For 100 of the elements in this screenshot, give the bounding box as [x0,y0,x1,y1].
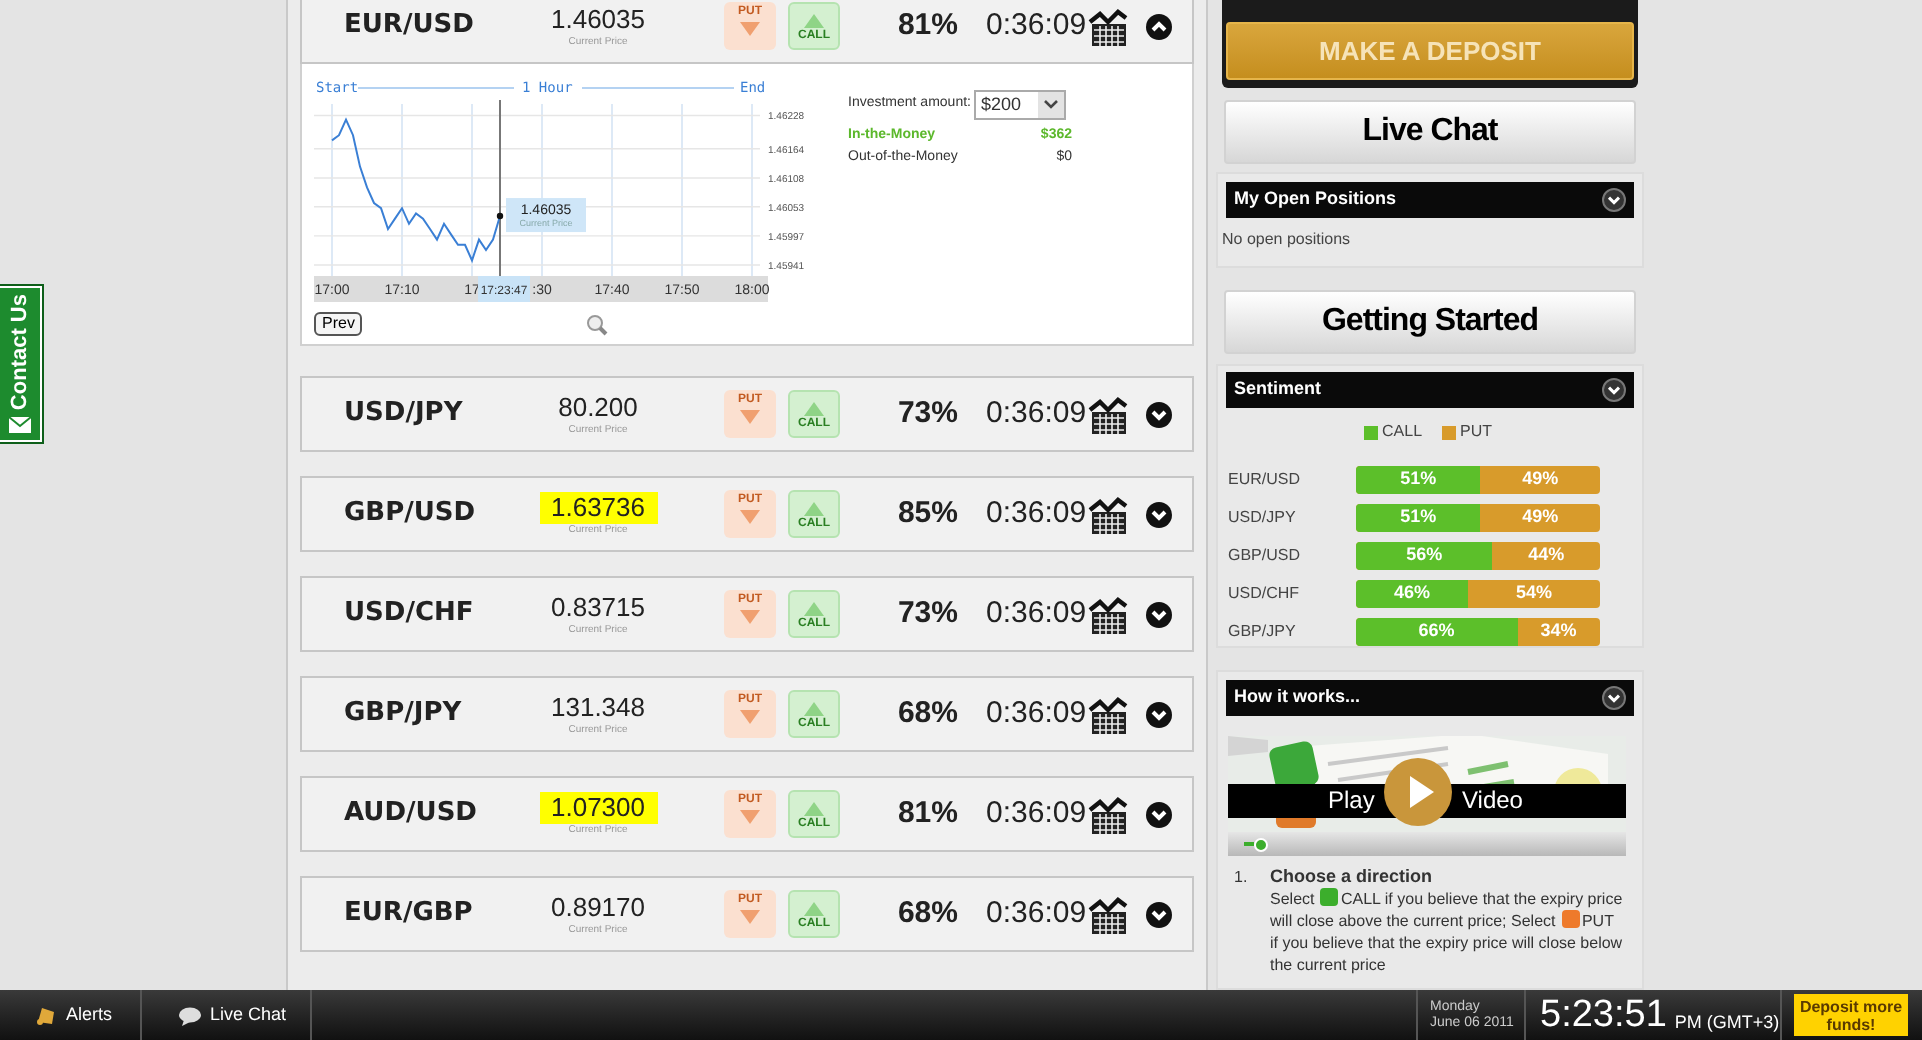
panel-header[interactable]: How it works... [1226,680,1634,716]
panel-title: My Open Positions [1234,186,1397,213]
progress-handle[interactable] [1254,837,1269,851]
dropdown-caret-icon [1044,100,1059,110]
up-triangle-icon [804,14,824,28]
call-percent: 46% [1394,580,1431,607]
taskbar-tab[interactable]: Live Chat [142,990,312,1040]
down-triangle-icon [740,22,760,36]
taskbar-tab[interactable]: Alerts [0,990,142,1040]
call-percent: 56% [1406,542,1443,569]
chart-icon[interactable] [1088,7,1130,45]
envelope-icon [8,416,32,435]
panel-header[interactable]: My Open Positions [1226,182,1634,218]
down-triangle-icon [740,810,760,824]
current-price: 131.348 [549,692,647,724]
legend-label: CALL [1382,420,1423,444]
expiry-time: 0:36:09 [986,393,1086,434]
clock-time: 5:23:51 [1540,996,1667,1036]
chevron-icon[interactable] [1602,686,1626,710]
sentiment-pair: GBP/USD [1226,544,1303,568]
step-title: Choose a direction [1270,866,1435,888]
put-icon [1561,910,1580,928]
contact-us-tab[interactable]: Contact Us [0,286,42,442]
put-percent: 34% [1540,618,1577,645]
put-percent: 49% [1522,504,1559,531]
legend-label: PUT [1460,420,1493,444]
expiry-time: 0:36:09 [986,493,1086,534]
panel-title: Sentiment [1234,376,1322,403]
payout-percent: 68% [895,893,958,934]
play-label: Play [1328,784,1375,818]
payout-percent: 85% [895,493,958,534]
current-price: 0.89170 [549,892,647,924]
up-triangle-icon [804,802,824,816]
up-triangle-icon [804,602,824,616]
up-triangle-icon [804,502,824,516]
current-price: 1.63736 [539,492,657,524]
current-price: 0.83715 [549,592,647,624]
call-percent: 51% [1400,466,1437,493]
expiry-time: 0:36:09 [986,5,1086,46]
expiry-time: 0:36:09 [986,893,1086,934]
getting-started-button[interactable]: Getting Started [1224,290,1636,354]
step-description: Select CALL if you believe that the expiry price will close above the current price; Select PUT if you believe that the expiry price will close below the current price [1270,888,1625,976]
payout-percent: 81% [895,5,958,46]
pair-name: GBP/USD [344,496,478,533]
down-triangle-icon [740,410,760,424]
video-player[interactable]: Play Video [1228,736,1626,856]
pair-name: EUR/GBP [344,896,475,933]
down-triangle-icon [740,910,760,924]
chart-icon[interactable] [1088,895,1130,933]
expiry-time: 0:36:09 [986,693,1086,734]
chevron-icon[interactable] [1602,188,1626,212]
video-label: Video [1462,784,1523,818]
sentiment-pair: GBP/JPY [1226,620,1298,644]
play-icon[interactable] [1382,756,1454,828]
empty-message: No open positions [1222,228,1353,252]
sentiment-pair: USD/CHF [1226,582,1302,606]
payout-percent: 73% [895,393,958,434]
down-triangle-icon [740,610,760,624]
pair-name: GBP/JPY [344,696,464,733]
chart-icon[interactable] [1088,395,1130,433]
chart-icon[interactable] [1088,595,1130,633]
up-triangle-icon [804,402,824,416]
chart-icon[interactable] [1088,495,1130,533]
expiry-time: 0:36:09 [986,593,1086,634]
put-percent: 44% [1528,542,1565,569]
current-price: 80.200 [556,392,640,424]
zoom-icon[interactable] [586,313,609,335]
pair-name: AUD/USD [344,796,479,833]
prev-button[interactable]: Prev [314,312,363,336]
put-percent: 54% [1516,580,1553,607]
pair-name: EUR/USD [344,8,476,45]
chevron-icon[interactable] [1602,378,1626,402]
pair-name: USD/JPY [344,396,465,433]
live-chat-button[interactable]: Live Chat [1224,100,1636,164]
step-number: 1. [1234,866,1250,890]
contact-us-label: Contact Us [5,293,34,411]
call-percent: 51% [1400,504,1437,531]
sentiment-pair: USD/JPY [1226,506,1298,530]
pair-name: USD/CHF [344,596,476,633]
panel-title: How it works... [1234,684,1361,711]
chat-bubble-icon [178,1005,202,1025]
chart-icon[interactable] [1088,795,1130,833]
call-icon [1320,888,1339,906]
call-percent: 66% [1418,618,1455,645]
up-triangle-icon [804,902,824,916]
put-percent: 49% [1522,466,1559,493]
sentiment-pair: EUR/USD [1226,468,1303,492]
up-triangle-icon [804,702,824,716]
time-zone: PM (GMT+3) [1674,1009,1780,1036]
panel-header[interactable]: Sentiment [1226,372,1634,408]
expiry-time: 0:36:09 [986,793,1086,834]
amount-select[interactable]: $200 [974,90,1067,120]
payout-percent: 73% [895,593,958,634]
chart-icon[interactable] [1088,695,1130,733]
payout-percent: 68% [895,693,958,734]
down-triangle-icon [740,710,760,724]
payout-percent: 81% [895,793,958,834]
down-triangle-icon [740,510,760,524]
deposit-funds-button[interactable]: Deposit more funds! [1794,994,1908,1036]
current-price: 1.07300 [539,792,657,824]
